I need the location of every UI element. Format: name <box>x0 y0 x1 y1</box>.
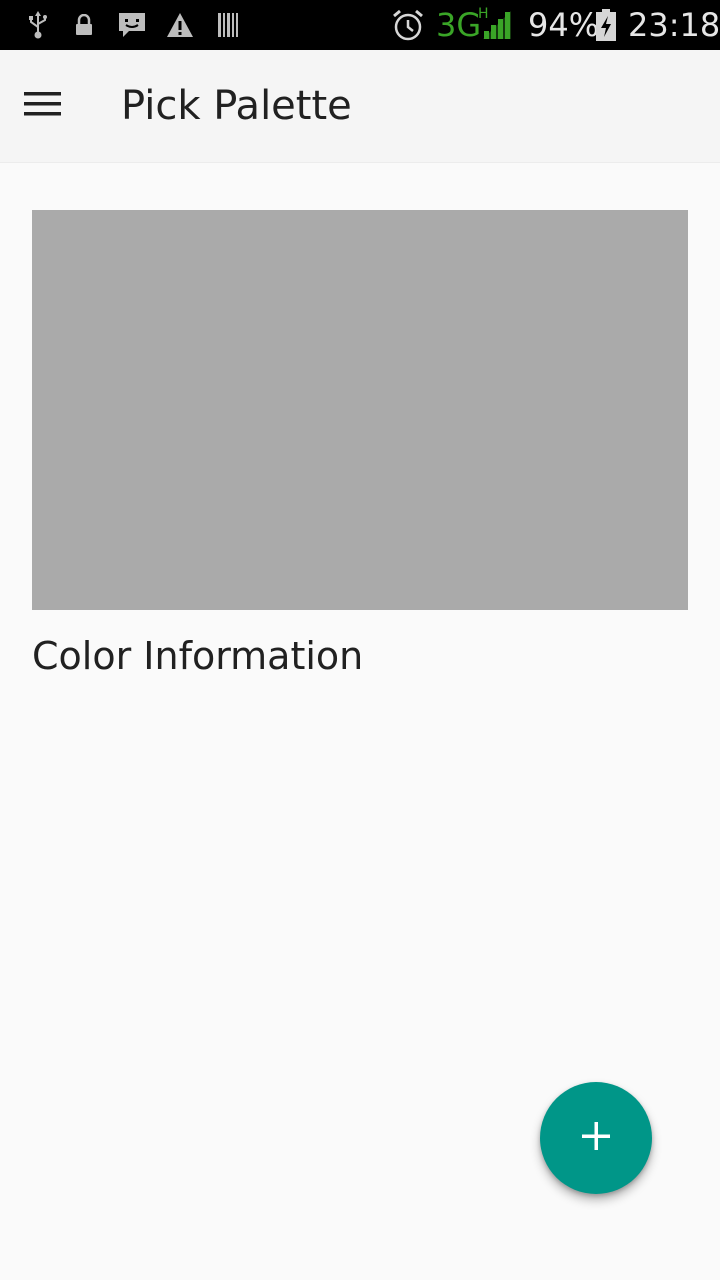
plus-icon <box>581 1121 611 1156</box>
hamburger-menu-icon <box>24 90 62 123</box>
barcode-icon <box>216 8 240 42</box>
color-info-label: Color Information <box>32 634 364 678</box>
warning-icon <box>165 8 195 42</box>
color-preview-swatch[interactable] <box>32 210 688 610</box>
usb-icon <box>24 8 52 42</box>
screen: 3G H 94% 23:18 Pick Palette Color Inform… <box>0 0 720 1280</box>
app-bar: Pick Palette <box>0 50 720 163</box>
battery-charging-icon <box>594 8 618 42</box>
add-color-button[interactable] <box>540 1082 652 1194</box>
battery-percent: 94% <box>528 6 600 44</box>
message-icon <box>116 8 148 42</box>
clock: 23:18 <box>628 6 720 44</box>
signal-icon <box>480 8 514 42</box>
page-title: Pick Palette <box>121 83 352 129</box>
status-bar: 3G H 94% 23:18 <box>0 0 720 50</box>
alarm-icon <box>390 8 426 42</box>
lock-icon <box>74 8 94 42</box>
network-type: 3G <box>436 6 482 44</box>
menu-button[interactable] <box>24 82 88 130</box>
